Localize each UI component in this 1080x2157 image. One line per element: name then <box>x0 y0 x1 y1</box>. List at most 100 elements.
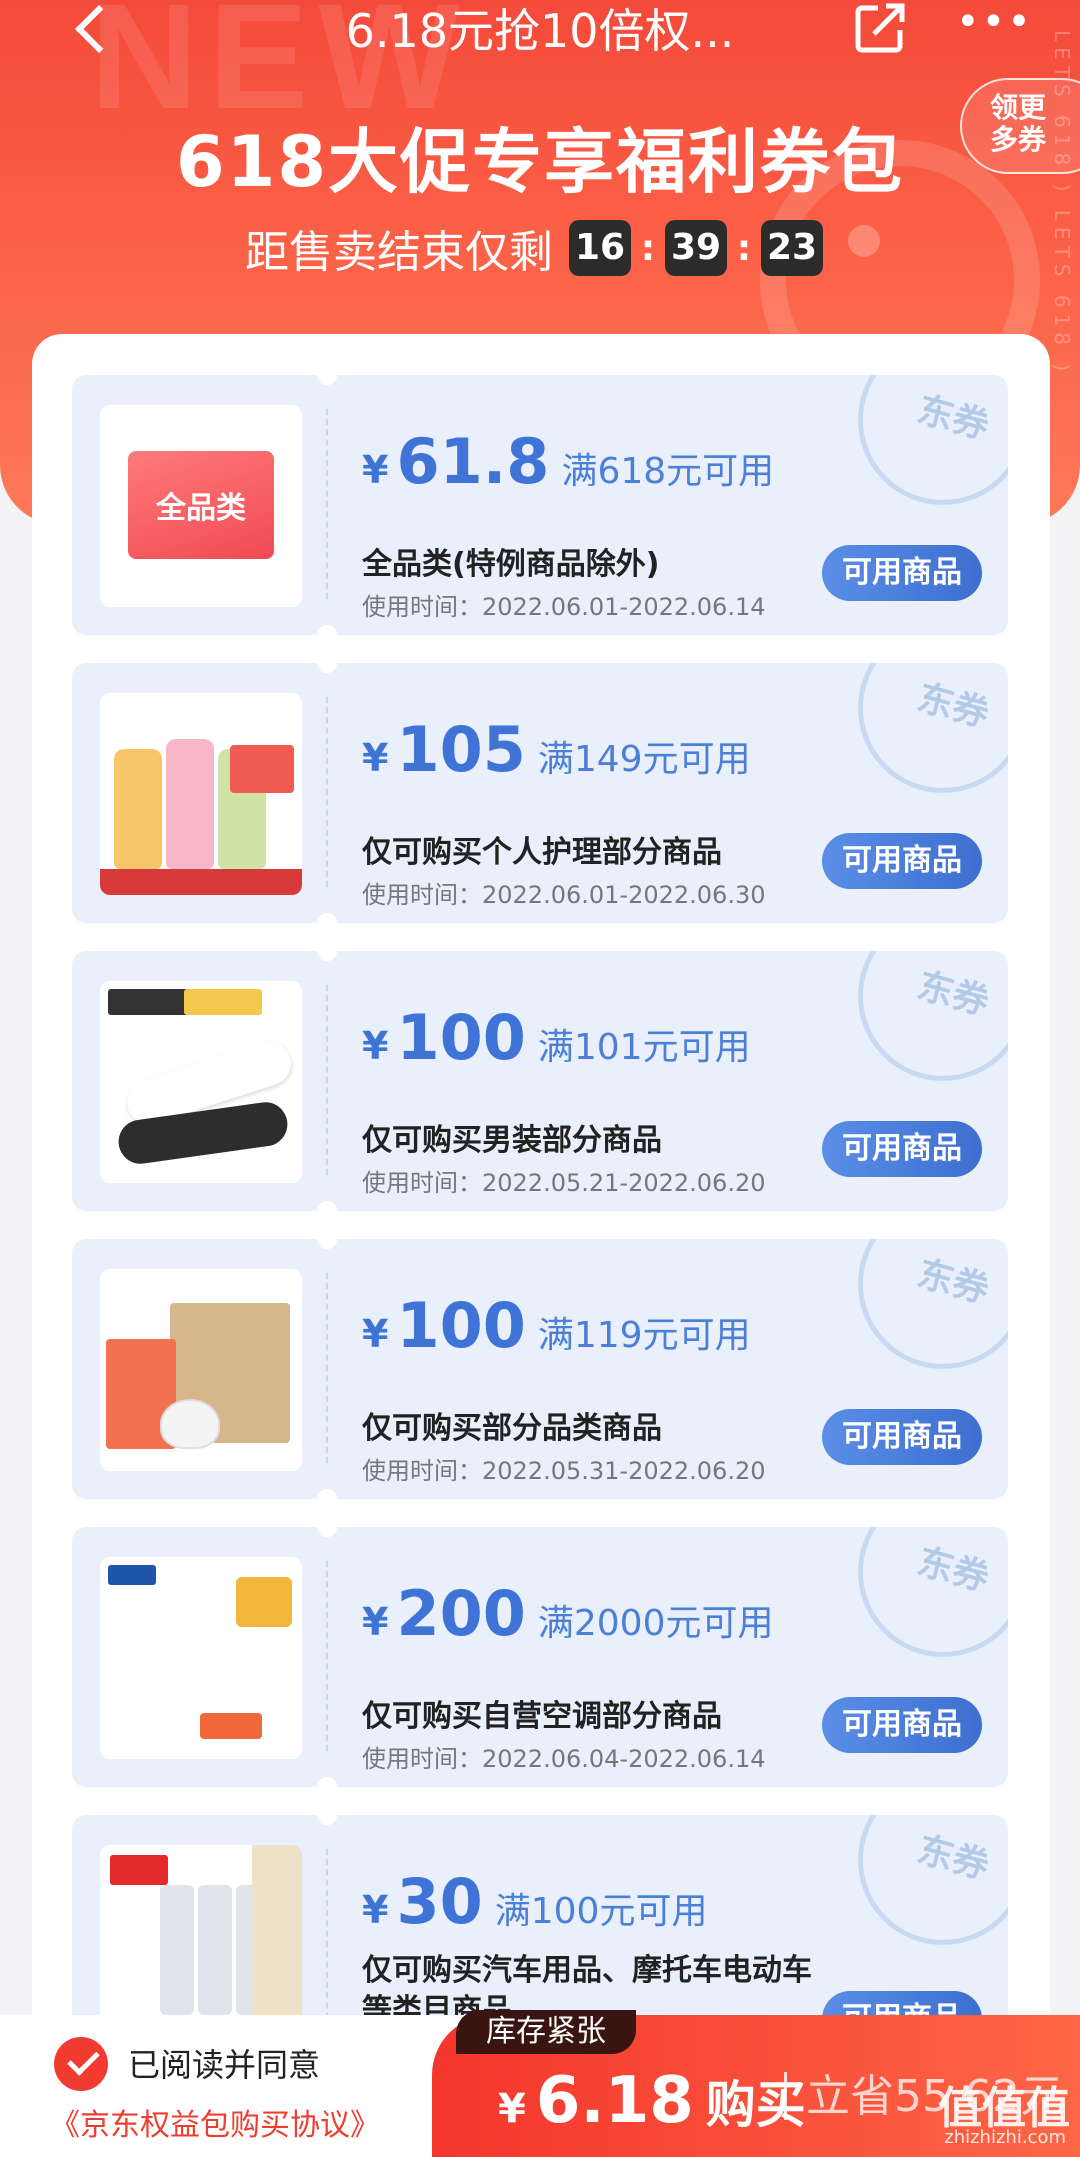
coupon-value: 100 <box>396 1001 526 1074</box>
coupon-notch <box>317 663 337 673</box>
currency-symbol: ¥ <box>362 736 389 780</box>
coupon-amount: ¥ 100 满101元可用 <box>362 1001 751 1074</box>
currency-symbol: ¥ <box>362 1888 389 1932</box>
available-products-button[interactable]: 可用商品 <box>822 1409 982 1465</box>
coupon-notch <box>317 1239 337 1249</box>
coupon-divider <box>326 697 328 887</box>
buy-divider <box>784 2072 787 2120</box>
product-tag <box>230 745 294 793</box>
coupon-notch <box>317 951 337 961</box>
agree-text: 已阅读并同意 <box>128 2046 321 2084</box>
coupon-condition: 满2000元可用 <box>537 1603 774 1644</box>
product-header <box>184 989 262 1015</box>
coupon-condition: 满618元可用 <box>561 451 775 492</box>
coupon-description: 仅可购买个人护理部分商品 <box>362 835 722 870</box>
buy-price[interactable]: ¥ 6.18 购买 <box>498 2064 806 2138</box>
coupon-divider <box>326 1561 328 1751</box>
coupon-amount: ¥ 200 满2000元可用 <box>362 1577 774 1650</box>
coupon-date: 使用时间：2022.06.04-2022.06.14 <box>362 1745 766 1773</box>
coupon-divider <box>326 1849 328 2039</box>
coupon-value: 100 <box>396 1289 526 1362</box>
buy-label: 购买 <box>705 2076 806 2134</box>
coupon-condition: 满100元可用 <box>494 1891 708 1932</box>
coupon-description: 全品类(特例商品除外) <box>362 547 660 582</box>
product-image <box>160 1885 194 2015</box>
coupon-date: 使用时间：2022.06.01-2022.06.30 <box>362 881 766 909</box>
countdown: 距售卖结束仅剩 16 : 39 : 23 <box>245 218 823 278</box>
coupon-date: 使用时间：2022.05.31-2022.06.20 <box>362 1457 766 1485</box>
currency-symbol: ¥ <box>362 1312 389 1356</box>
coupon-description: 仅可购买部分品类商品 <box>362 1411 662 1446</box>
coupon-condition: 满119元可用 <box>537 1315 751 1356</box>
coupon-notch <box>317 1527 337 1537</box>
countdown-label: 距售卖结束仅剩 <box>245 227 553 278</box>
hero-decoration-dot <box>848 225 880 257</box>
currency-symbol: ¥ <box>498 2086 526 2132</box>
back-arrow-icon[interactable] <box>72 10 116 54</box>
page-title: 6.18元抢10倍权... <box>345 4 735 58</box>
product-side-panel <box>252 1845 302 2025</box>
coupon-date: 使用时间：2022.05.21-2022.06.20 <box>362 1169 766 1197</box>
coupon-card: 东券 ¥ 100 满101元可用 仅可购买男装部分商品 使用时间：2022.05… <box>72 951 1008 1211</box>
hero-title: 618大促专享福利券包 <box>175 121 905 203</box>
coupon-amount: ¥ 105 满149元可用 <box>362 713 751 786</box>
stock-tag: 库存紧张 <box>456 2010 636 2054</box>
coupon-amount: ¥ 100 满119元可用 <box>362 1289 751 1362</box>
product-image <box>114 749 162 869</box>
available-products-button[interactable]: 可用商品 <box>822 1697 982 1753</box>
available-products-button[interactable]: 可用商品 <box>822 1121 982 1177</box>
brand-logo <box>110 1855 168 1885</box>
coupon-condition: 满101元可用 <box>537 1027 751 1068</box>
coupon-value: 61.8 <box>396 425 550 498</box>
currency-symbol: ¥ <box>362 1600 389 1644</box>
coupon-notch <box>317 1815 337 1825</box>
thumb-label: 全品类 <box>156 491 246 526</box>
available-products-button[interactable]: 可用商品 <box>822 545 982 601</box>
coupon-divider <box>326 1273 328 1463</box>
coupon-thumbnail <box>100 693 302 895</box>
coupon-value: 200 <box>396 1577 526 1650</box>
buy-price-value: 6.18 <box>535 2064 694 2138</box>
product-image <box>166 739 214 869</box>
agreement-link[interactable]: 《京东权益包购买协议》 <box>50 2100 380 2144</box>
countdown-seconds: 23 <box>761 220 823 276</box>
countdown-colon: : <box>736 227 752 269</box>
coupon-thumbnail <box>100 1557 302 1759</box>
product-badge <box>236 1577 292 1627</box>
coupon-notch <box>317 375 337 385</box>
coupon-thumbnail <box>100 981 302 1183</box>
ticket-icon: 全品类 <box>128 437 276 559</box>
coupon-thumbnail: 全品类 <box>100 405 302 607</box>
brand-logo <box>108 1565 156 1585</box>
product-image <box>114 1623 254 1663</box>
coupon-value: 105 <box>396 713 526 786</box>
more-dots-icon[interactable]: ••• <box>956 0 1031 50</box>
currency-symbol: ¥ <box>362 1024 389 1068</box>
coupon-card: 东券 ¥ 105 满149元可用 仅可购买个人护理部分商品 使用时间：2022.… <box>72 663 1008 923</box>
available-products-button[interactable]: 可用商品 <box>822 833 982 889</box>
coupon-card: 东券 ¥ 100 满119元可用 仅可购买部分品类商品 使用时间：2022.05… <box>72 1239 1008 1499</box>
product-image <box>160 1399 220 1449</box>
share-icon[interactable] <box>852 0 908 56</box>
currency-symbol: ¥ <box>362 448 389 492</box>
coupon-date: 使用时间：2022.06.01-2022.06.14 <box>362 593 766 621</box>
coupon-condition: 满149元可用 <box>537 739 751 780</box>
coupon-divider <box>326 409 328 599</box>
coupon-amount: ¥ 61.8 满618元可用 <box>362 425 774 498</box>
product-strip <box>100 869 302 895</box>
nav-bar: 6.18元抢10倍权... ••• <box>0 0 1080 95</box>
coupon-amount: ¥ 30 满100元可用 <box>362 1865 707 1938</box>
coupon-notch <box>317 1777 337 1787</box>
countdown-colon: : <box>640 227 656 269</box>
coupon-card: 东券 ¥ 200 满2000元可用 仅可购买自营空调部分商品 使用时间：2022… <box>72 1527 1008 1787</box>
coupon-thumbnail <box>100 1269 302 1471</box>
coupon-divider <box>326 985 328 1175</box>
coupon-notch <box>317 913 337 923</box>
countdown-hours: 16 <box>569 220 631 276</box>
product-price-tag <box>200 1713 262 1739</box>
coupon-notch <box>317 625 337 635</box>
coupon-notch <box>317 1201 337 1211</box>
countdown-minutes: 39 <box>665 220 727 276</box>
agree-checkbox[interactable] <box>54 2037 108 2091</box>
coupon-value: 30 <box>396 1865 483 1938</box>
